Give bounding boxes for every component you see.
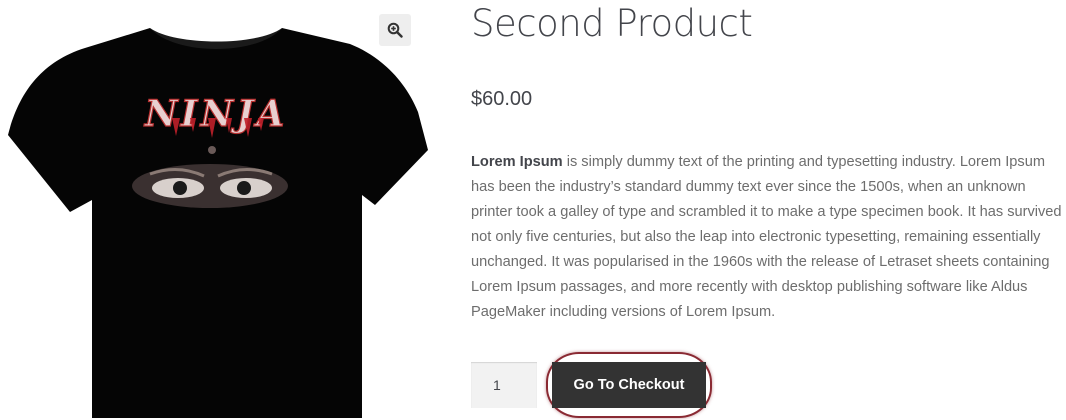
quantity-input[interactable]	[471, 362, 537, 408]
product-page: NINJA Second Product $60.00 Lorem Ipsum …	[0, 0, 1066, 420]
zoom-button[interactable]	[379, 14, 411, 46]
description-lead: Lorem Ipsum	[471, 154, 563, 170]
magnifier-plus-icon	[387, 22, 403, 38]
product-price: $60.00	[471, 88, 533, 110]
description-body: is simply dummy text of the printing and…	[471, 154, 1062, 320]
shirt-print-text: NINJA	[144, 93, 288, 135]
product-description: Lorem Ipsum is simply dummy text of the …	[471, 150, 1066, 325]
product-gallery: NINJA	[0, 0, 430, 420]
go-to-checkout-button[interactable]: Go To Checkout	[552, 362, 706, 408]
product-title: Second Product	[471, 2, 753, 45]
product-image[interactable]: NINJA	[0, 0, 430, 420]
